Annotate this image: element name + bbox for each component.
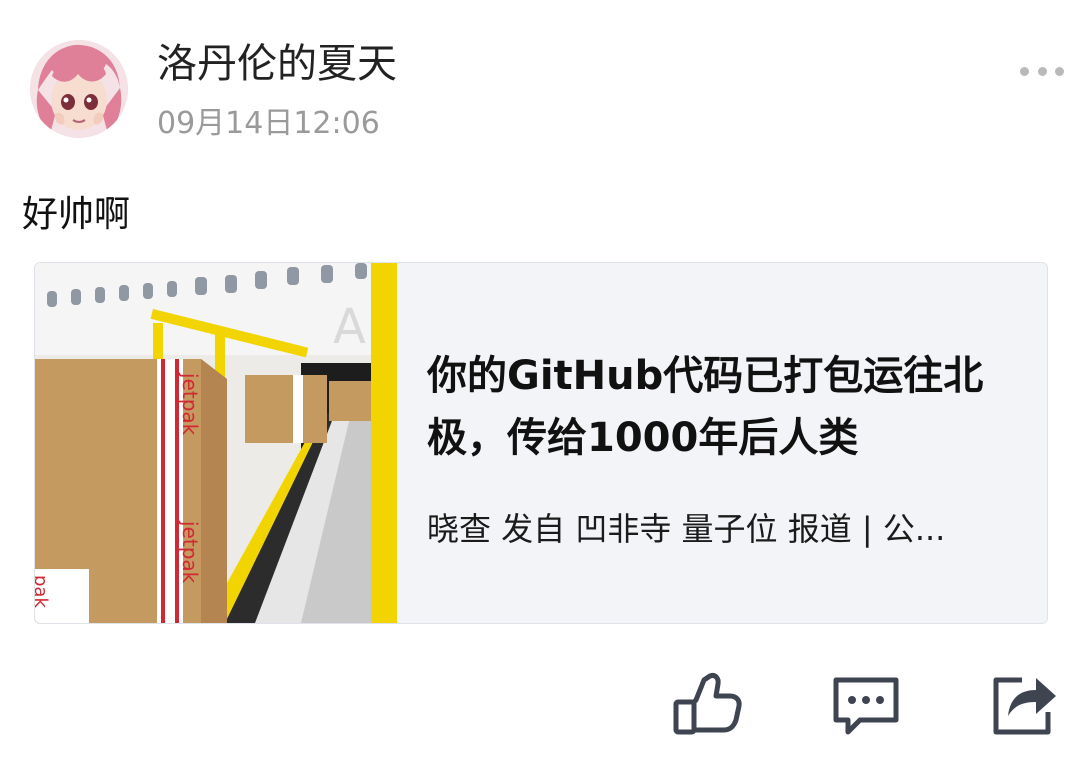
like-button[interactable] — [672, 668, 744, 740]
link-meta: 晓查 发自 凹非寺 量子位 报道 | 公... — [427, 510, 946, 548]
shared-link-card[interactable]: A jetpak jetpak pak 你的GitHub代码已打包运往北极，传给… — [34, 262, 1048, 624]
share-button[interactable] — [988, 668, 1060, 740]
avatar-image — [30, 40, 128, 138]
post-text: 好帅啊 — [22, 194, 131, 235]
user-name[interactable]: 洛丹伦的夏天 — [157, 38, 397, 90]
share-icon — [993, 677, 1056, 735]
comment-icon — [833, 677, 899, 735]
plane-letter: A — [333, 299, 366, 355]
more-options-icon[interactable] — [1020, 62, 1064, 80]
more-dot-icon — [1055, 66, 1064, 76]
link-title: 你的GitHub代码已打包运往北极，传给1000年后人类 — [427, 353, 984, 461]
post-timestamp: 09月14日12:06 — [157, 106, 380, 141]
comment-button[interactable] — [830, 668, 902, 740]
link-card-body: 你的GitHub代码已打包运往北极，传给1000年后人类 晓查 发自 凹非寺 量… — [427, 345, 1027, 551]
more-dot-icon — [1037, 66, 1047, 76]
thumbnail-brand-text: jetpak — [178, 372, 202, 436]
avatar[interactable] — [30, 40, 128, 138]
thumbnail-image: A jetpak jetpak pak — [35, 263, 397, 623]
thumbs-up-icon — [673, 673, 742, 735]
thumbnail-brand-text-small: pak — [35, 575, 51, 608]
link-thumbnail: A jetpak jetpak pak — [35, 263, 397, 623]
more-dot-icon — [1020, 66, 1029, 76]
thumbnail-brand-text-alt: jetpak — [178, 520, 202, 584]
